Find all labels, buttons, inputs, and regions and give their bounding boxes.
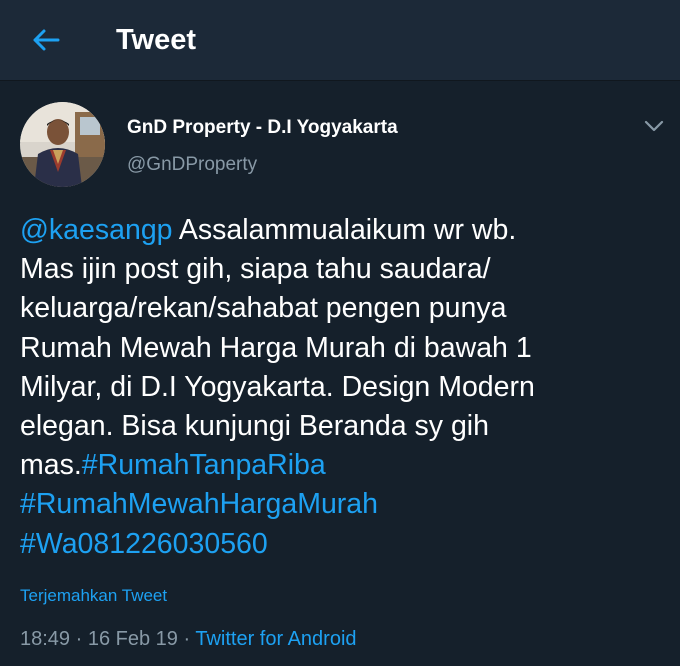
tweet-text-segment: keluarga/rekan/sahabat pengen punya	[20, 292, 507, 325]
chevron-down-icon	[644, 120, 664, 132]
tweet-text-line: Rumah Mewah Harga Murah di bawah 1	[20, 329, 670, 368]
tweet-text-line: @kaesangp Assalammualaikum wr wb.	[20, 211, 670, 250]
meta-separator: ·	[70, 628, 88, 650]
tweet-text-line: Mas ijin post gih, siapa tahu saudara/	[20, 250, 670, 289]
tweet-text-segment: Rumah Mewah Harga Murah di bawah 1	[20, 331, 532, 364]
mention-link[interactable]: @kaesangp	[20, 214, 173, 246]
top-app-bar: Tweet	[0, 0, 680, 81]
hashtag-link[interactable]: #RumahMewahHargaMurah	[20, 488, 378, 520]
tweet-text-segment: Assalammualaikum wr wb.	[172, 214, 517, 246]
arrow-left-icon	[33, 29, 60, 51]
page-title: Tweet	[116, 24, 197, 56]
hashtag-link[interactable]: #RumahTanpaRiba	[82, 449, 326, 481]
tweet-text-segment: Milyar, di D.I Yogyakarta. Design Modern	[20, 370, 535, 403]
hashtag-link[interactable]: #Wa081226030560	[20, 528, 268, 560]
avatar-photo	[20, 102, 105, 187]
tweet-text-segment: mas.	[20, 449, 82, 482]
tweet-text-line: mas.#RumahTanpaRiba	[20, 446, 670, 485]
author-handle[interactable]: @GnDProperty	[127, 153, 257, 177]
avatar[interactable]	[20, 102, 105, 187]
tweet-source-link[interactable]: Twitter for Android	[195, 628, 356, 650]
tweet-time[interactable]: 18:49	[20, 628, 70, 650]
translate-tweet-link[interactable]: Terjemahkan Tweet	[20, 585, 167, 607]
tweet-text-line: keluarga/rekan/sahabat pengen punya	[20, 289, 670, 328]
tweet-text-segment: Mas ijin post gih, siapa tahu saudara/	[20, 253, 491, 286]
tweet-text-line: Milyar, di D.I Yogyakarta. Design Modern	[20, 368, 670, 407]
tweet-date[interactable]: 16 Feb 19	[88, 628, 178, 650]
back-button[interactable]	[30, 24, 62, 56]
tweet-menu-button[interactable]	[640, 112, 668, 140]
tweet-text-segment: elegan. Bisa kunjungi Beranda sy gih	[20, 410, 489, 443]
tweet-meta: 18:49 · 16 Feb 19 · Twitter for Android	[20, 625, 357, 653]
tweet-text-line: #RumahMewahHargaMurah	[20, 485, 670, 524]
author-name[interactable]: GnD Property - D.I Yogyakarta	[127, 116, 398, 140]
tweet-text-line: #Wa081226030560	[20, 525, 670, 564]
meta-separator: ·	[177, 628, 196, 650]
tweet-text-line: elegan. Bisa kunjungi Beranda sy gih	[20, 407, 670, 446]
tweet-body: @kaesangp Assalammualaikum wr wb. Mas iji…	[20, 211, 670, 564]
